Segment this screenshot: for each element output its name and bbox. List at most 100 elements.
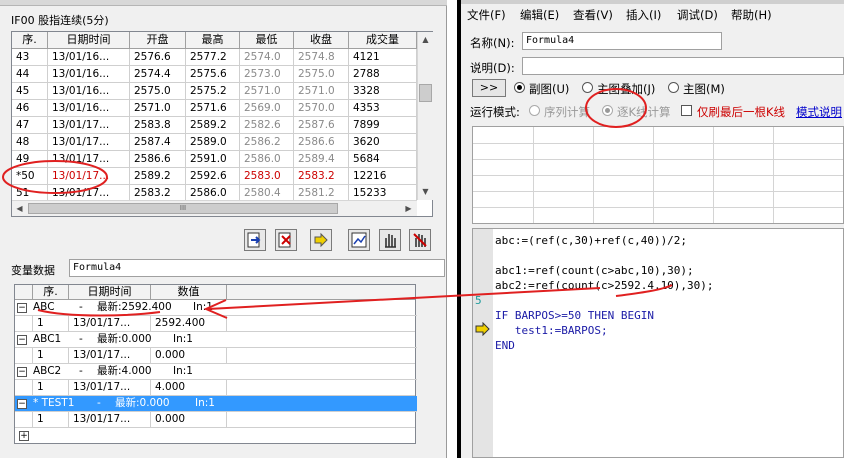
col-header-value[interactable]: 数值 xyxy=(151,285,227,300)
code-line-3[interactable]: abc1:=ref(count(c>abc,10),30); xyxy=(495,264,694,277)
code-line-7[interactable]: test1:=BARPOS; xyxy=(495,324,608,337)
chart-view-icon[interactable] xyxy=(348,229,370,251)
cell-datetime: 13/01/16... xyxy=(48,100,130,117)
main-overlay-radio[interactable] xyxy=(582,82,593,93)
menu-help[interactable]: 帮助(H) xyxy=(731,7,772,23)
cell-datetime: 13/01/16... xyxy=(48,49,130,66)
sequence-calc-radio[interactable] xyxy=(529,105,540,116)
run-arrow-icon[interactable] xyxy=(310,229,332,251)
name-field[interactable]: Formula4 xyxy=(522,32,722,50)
collapse-minus-icon[interactable]: − xyxy=(17,303,27,313)
col-header-open[interactable]: 开盘 xyxy=(130,32,186,49)
menu-edit[interactable]: 编辑(E) xyxy=(520,7,559,23)
cell-datetime: 13/01/17... xyxy=(48,151,130,168)
cell-close: 2571.0 xyxy=(294,83,349,100)
table-row[interactable]: 1 13/01/17... 4.000 xyxy=(15,380,415,396)
per-bar-calc-radio[interactable] xyxy=(602,105,613,116)
table-row[interactable]: 49 13/01/17... 2586.6 2591.0 2586.0 2589.4 568… xyxy=(12,151,417,168)
menu-debug[interactable]: 调试(D) xyxy=(677,7,718,23)
table-row[interactable]: 1 13/01/17... 0.000 xyxy=(15,412,415,428)
table-row[interactable]: *50 13/01/17... 2589.2 2592.6 2583.0 2583.2 12… xyxy=(12,168,417,185)
table-row[interactable]: 45 13/01/16... 2575.0 2575.2 2571.0 2571.0 332… xyxy=(12,83,417,100)
cell-close: 2575.0 xyxy=(294,66,349,83)
col-header-datetime[interactable]: 日期时间 xyxy=(69,285,151,300)
code-line-1[interactable]: abc:=(ref(c,30)+ref(c,40))/2; xyxy=(495,234,687,247)
cell-open: 2587.4 xyxy=(130,134,186,151)
table-row[interactable]: 46 13/01/16... 2571.0 2571.6 2569.0 2570.0 435… xyxy=(12,100,417,117)
table-row[interactable]: 47 13/01/17... 2583.8 2589.2 2582.6 2587.6 789… xyxy=(12,117,417,134)
cell-high: 2575.2 xyxy=(186,83,240,100)
cell-value: 4.000 xyxy=(151,380,227,396)
menu-file[interactable]: 文件(F) xyxy=(467,7,506,23)
quote-vertical-scrollbar[interactable]: ▲ ▼ xyxy=(417,32,433,200)
scroll-thumb[interactable]: III xyxy=(28,203,338,214)
code-line-8[interactable]: END xyxy=(495,339,515,352)
step-into-icon[interactable] xyxy=(244,229,266,251)
cell-open: 2583.8 xyxy=(130,117,186,134)
collapse-minus-icon[interactable]: − xyxy=(17,399,27,409)
menu-view[interactable]: 查看(V) xyxy=(573,7,613,23)
cell-low: 2573.0 xyxy=(240,66,294,83)
cell-low: 2583.0 xyxy=(240,168,294,185)
scroll-up-arrow-icon[interactable]: ▲ xyxy=(418,32,433,47)
cell-high: 2577.2 xyxy=(186,49,240,66)
collapse-minus-icon[interactable]: − xyxy=(17,367,27,377)
table-row[interactable]: 48 13/01/17... 2587.4 2589.0 2586.2 2586.6 362… xyxy=(12,134,417,151)
cell-low: 2571.0 xyxy=(240,83,294,100)
menu-insert[interactable]: 插入(I) xyxy=(626,7,661,23)
col-header-close[interactable]: 收盘 xyxy=(294,32,349,49)
cell-datetime: 13/01/17... xyxy=(48,168,130,185)
col-header-index[interactable]: 序. xyxy=(33,285,69,300)
scroll-right-arrow-icon[interactable]: ▶ xyxy=(401,201,416,216)
table-row[interactable]: 1 13/01/17... 0.000 xyxy=(15,348,415,364)
col-header-datetime[interactable]: 日期时间 xyxy=(48,32,130,49)
clear-breakpoint-icon[interactable] xyxy=(275,229,297,251)
code-line-6[interactable]: IF BARPOS>=50 THEN BEGIN xyxy=(495,309,654,322)
cell-close: 2583.2 xyxy=(294,168,349,185)
variable-table-header: 序. 日期时间 数值 xyxy=(15,285,415,300)
cell-index: 49 xyxy=(12,151,48,168)
parameter-grid-lines xyxy=(473,127,843,223)
cell-close: 2587.6 xyxy=(294,117,349,134)
col-header-high[interactable]: 最高 xyxy=(186,32,240,49)
variable-formula-field[interactable]: Formula4 xyxy=(69,259,445,277)
variable-group-row[interactable]: − * TEST1 - 最新:0.000 In:1 xyxy=(15,396,417,412)
quote-table[interactable]: 序. 日期时间 开盘 最高 最低 收盘 成交量 43 13/01/16... 257… xyxy=(11,31,433,217)
cell-index: 1 xyxy=(33,348,69,364)
description-field[interactable] xyxy=(522,57,844,75)
quote-horizontal-scrollbar[interactable]: ◀ III ▶ xyxy=(12,200,417,216)
main-chart-radio[interactable] xyxy=(668,82,679,93)
editor-gutter[interactable] xyxy=(473,229,493,457)
expand-panel-button[interactable]: >> xyxy=(472,79,506,97)
mode-help-link[interactable]: 模式说明 xyxy=(796,104,842,120)
code-editor[interactable]: abc:=(ref(c,30)+ref(c,40))/2; abc1:=ref(… xyxy=(472,228,844,458)
cell-blank xyxy=(15,380,33,396)
sub-chart-radio[interactable] xyxy=(514,82,525,93)
col-header-volume[interactable]: 成交量 xyxy=(349,32,417,49)
expand-plus-icon[interactable]: + xyxy=(19,431,29,441)
code-line-4[interactable]: abc2:=ref(count(c>2592.4,10),30); xyxy=(495,279,714,292)
cell-low: 2569.0 xyxy=(240,100,294,117)
main-chart-label: 主图(M) xyxy=(683,82,725,96)
table-row[interactable]: 43 13/01/16... 2576.6 2577.2 2574.0 2574.8 412… xyxy=(12,49,417,66)
variable-group-row[interactable]: − ABC - 最新:2592.400 In:1 xyxy=(15,300,417,316)
variable-group-row[interactable]: − ABC1 - 最新:0.000 In:1 xyxy=(15,332,417,348)
variable-table[interactable]: 序. 日期时间 数值 − ABC - 最新:2592.400 In:1 1 13/01/17… xyxy=(14,284,417,444)
scroll-left-arrow-icon[interactable]: ◀ xyxy=(12,201,27,216)
collapse-minus-icon[interactable]: − xyxy=(17,335,27,345)
cell-close: 2570.0 xyxy=(294,100,349,117)
variable-latest: 最新:4.000 xyxy=(97,365,152,377)
cell-volume: 7899 xyxy=(349,117,417,134)
scroll-thumb[interactable] xyxy=(419,84,432,102)
col-header-low[interactable]: 最低 xyxy=(240,32,294,49)
refresh-last-bar-checkbox[interactable] xyxy=(681,105,692,116)
variable-group-row[interactable]: − ABC2 - 最新:4.000 In:1 xyxy=(15,364,417,380)
table-row[interactable]: 1 13/01/17... 2592.400 xyxy=(15,316,415,332)
col-header-index[interactable]: 序. xyxy=(12,32,48,49)
cell-volume: 3620 xyxy=(349,134,417,151)
scroll-down-arrow-icon[interactable]: ▼ xyxy=(418,184,433,199)
hand-stop-icon[interactable] xyxy=(379,229,401,251)
hand-cancel-icon[interactable] xyxy=(409,229,431,251)
parameter-table[interactable] xyxy=(472,126,844,224)
table-row[interactable]: 44 13/01/16... 2574.4 2575.6 2573.0 2575.0 278… xyxy=(12,66,417,83)
